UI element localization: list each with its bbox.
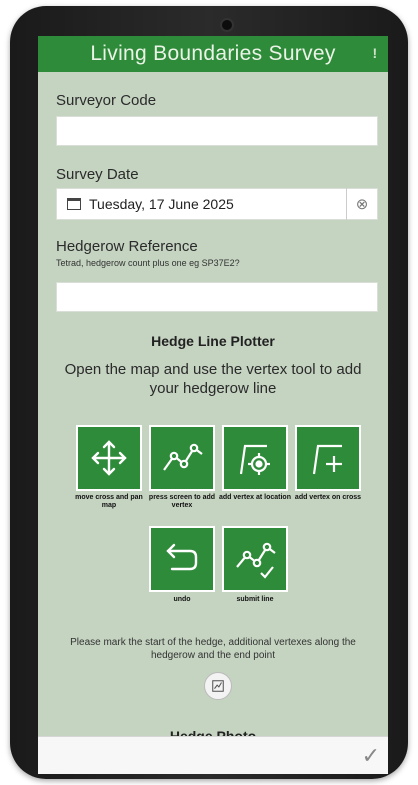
page-title: Living Boundaries Survey: [90, 42, 336, 65]
map-icon: [212, 680, 224, 692]
hedgerow-reference-hint: Tetrad, hedgerow count plus one eg SP37E…: [56, 258, 240, 268]
tool-caption: add vertex at location: [219, 494, 291, 501]
tool-caption: submit line: [236, 596, 274, 603]
survey-date-field[interactable]: Tuesday, 17 June 2025 ⊗: [56, 188, 378, 220]
undo-tool[interactable]: [149, 526, 215, 592]
open-map-button[interactable]: [204, 672, 232, 700]
plotter-note: Please mark the start of the hedge, addi…: [70, 637, 356, 661]
submit-line-icon: [236, 542, 276, 579]
calendar-icon: [67, 198, 81, 210]
checkmark-icon[interactable]: ✓: [362, 743, 380, 769]
surveyor-code-input[interactable]: [56, 116, 378, 146]
surveyor-code-label: Surveyor Code: [56, 92, 157, 109]
add-vertex-location-tool[interactable]: [222, 425, 288, 491]
tool-caption: undo: [173, 596, 191, 603]
add-vertex-press-tool[interactable]: [149, 425, 215, 491]
hedgerow-reference-label: Hedgerow Reference: [56, 238, 198, 255]
tool-caption: add vertex on cross: [294, 494, 362, 501]
hedgerow-reference-input[interactable]: [56, 282, 378, 312]
camera: [222, 20, 232, 30]
plotter-description: Open the map and use the vertex tool to …: [64, 361, 362, 397]
add-vertex-cross-tool[interactable]: [295, 425, 361, 491]
polyline-icon: [163, 443, 203, 471]
vertex-cross-icon: [312, 444, 342, 475]
undo-icon: [166, 543, 198, 571]
submit-line-tool[interactable]: [222, 526, 288, 592]
footer-bar: ✓: [38, 736, 388, 774]
app-screen: Living Boundaries Survey ! Surveyor Code…: [38, 36, 388, 774]
clear-date-icon[interactable]: ⊗: [346, 188, 377, 220]
vertex-location-icon: [239, 444, 270, 475]
move-cross-icon: [91, 440, 127, 476]
survey-date-value: Tuesday, 17 June 2025: [89, 196, 234, 212]
survey-date-label: Survey Date: [56, 166, 139, 183]
app-header: Living Boundaries Survey !: [38, 36, 388, 72]
info-icon[interactable]: !: [368, 45, 382, 63]
plotter-title: Hedge Line Plotter: [151, 333, 275, 349]
tool-caption: press screen to add vertex: [148, 494, 216, 509]
tool-caption: move cross and pan map: [75, 494, 143, 509]
move-cross-tool[interactable]: [76, 425, 142, 491]
